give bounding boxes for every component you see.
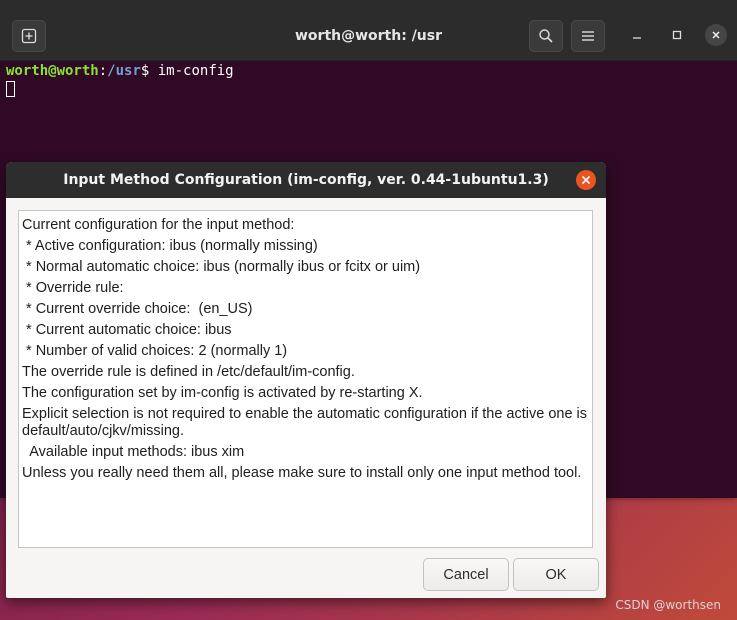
info-line: * Current automatic choice: ibus xyxy=(22,322,232,338)
info-line: * Active configuration: ibus (normally m… xyxy=(22,238,318,254)
cancel-button[interactable]: Cancel xyxy=(423,558,509,591)
maximize-icon[interactable] xyxy=(666,24,688,46)
im-config-dialog: Input Method Configuration (im-config, v… xyxy=(6,162,606,598)
prompt-separator: : xyxy=(98,63,108,79)
search-icon[interactable] xyxy=(529,20,563,52)
info-line: * Override rule: xyxy=(22,280,124,296)
dialog-title: Input Method Configuration (im-config, v… xyxy=(63,172,549,188)
prompt-path: /usr xyxy=(107,63,141,79)
terminal-header-bar: worth@worth: /usr xyxy=(0,0,737,61)
info-line: * Number of valid choices: 2 (normally 1… xyxy=(22,343,288,359)
info-line: Available input methods: ibus xim xyxy=(22,444,245,460)
config-info-textarea[interactable]: Current configuration for the input meth… xyxy=(18,210,593,548)
terminal-prompt-line: worth@worth:/usr$ im-config xyxy=(6,63,731,79)
terminal-cursor xyxy=(6,81,15,97)
close-icon[interactable] xyxy=(576,170,596,190)
info-line: Explicit selection is not required to en… xyxy=(22,406,588,439)
hamburger-menu-icon[interactable] xyxy=(571,20,605,52)
prompt-user: worth@worth xyxy=(6,63,99,79)
info-line: Current configuration for the input meth… xyxy=(22,217,295,233)
info-line: * Current override choice: (en_US) xyxy=(22,301,253,317)
info-line: The override rule is defined in /etc/def… xyxy=(22,364,355,380)
terminal-command: im-config xyxy=(149,63,234,79)
watermark: CSDN @worthsen xyxy=(615,598,721,612)
ok-button[interactable]: OK xyxy=(513,558,599,591)
dialog-header: Input Method Configuration (im-config, v… xyxy=(6,162,606,198)
close-icon[interactable] xyxy=(705,24,727,46)
info-line: The configuration set by im-config is ac… xyxy=(22,385,423,401)
minimize-icon[interactable] xyxy=(626,24,648,46)
info-line: Unless you really need them all, please … xyxy=(22,465,582,481)
info-line: * Normal automatic choice: ibus (normall… xyxy=(22,259,421,275)
